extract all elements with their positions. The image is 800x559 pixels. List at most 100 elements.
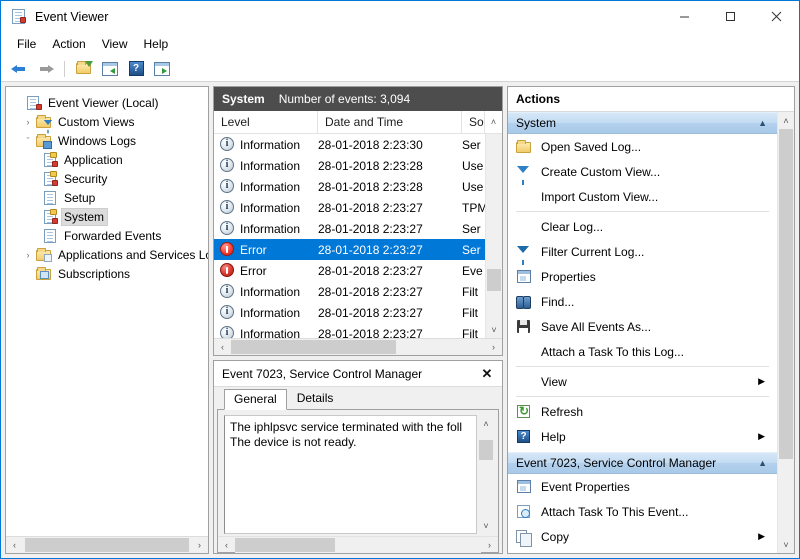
scroll-right-icon[interactable]: › — [485, 339, 502, 355]
actions-vertical-scrollbar[interactable]: ˄ ˅ — [777, 112, 794, 553]
scroll-thumb[interactable] — [487, 269, 501, 291]
show-hide-pane-button[interactable] — [150, 58, 174, 80]
close-icon[interactable]: ✕ — [476, 363, 498, 385]
tree-item-application[interactable]: Application — [6, 150, 208, 169]
tree-item-forwarded-events[interactable]: Forwarded Events — [6, 226, 208, 245]
scroll-thumb[interactable] — [779, 129, 793, 459]
table-row[interactable]: i Information 28-01-2018 2:23:27 Filt — [214, 281, 485, 302]
menu-help[interactable]: Help — [136, 34, 177, 54]
scroll-left-icon[interactable]: ‹ — [214, 339, 231, 355]
scroll-right-icon[interactable]: › — [191, 537, 208, 553]
action-filter-current-log[interactable]: Filter Current Log... — [508, 239, 777, 265]
description-line-2: The device is not ready. — [230, 435, 357, 449]
event-list-horizontal-scrollbar[interactable]: ‹ › — [214, 338, 502, 355]
scroll-track[interactable] — [23, 537, 191, 553]
scroll-left-icon[interactable]: ‹ — [218, 537, 235, 553]
chevron-right-icon[interactable]: › — [20, 247, 36, 263]
tree-item-setup[interactable]: Setup — [6, 188, 208, 207]
maximize-button[interactable] — [707, 1, 753, 33]
scroll-track[interactable] — [235, 536, 481, 553]
table-row[interactable]: i Information 28-01-2018 2:23:27 Filt — [214, 302, 485, 323]
scroll-left-icon[interactable]: ‹ — [6, 537, 23, 553]
tree-item-event-viewer-local[interactable]: Event Viewer (Local) — [6, 93, 208, 112]
help-button[interactable]: ? — [124, 58, 148, 80]
table-row[interactable]: i Information 28-01-2018 2:23:28 Use — [214, 155, 485, 176]
tree-item-windows-logs[interactable]: ˇ Windows Logs — [6, 131, 208, 150]
menu-view[interactable]: View — [94, 34, 136, 54]
minimize-button[interactable] — [661, 1, 707, 33]
scroll-thumb[interactable] — [25, 538, 189, 552]
tree-item-system[interactable]: System — [6, 207, 208, 226]
information-icon: i — [220, 221, 235, 236]
action-help[interactable]: ? Help ▶ — [508, 424, 777, 449]
tree-item-applications-and-services-logs[interactable]: › Applications and Services Log — [6, 245, 208, 264]
table-row[interactable]: Error 28-01-2018 2:23:27 Eve — [214, 260, 485, 281]
scroll-track[interactable] — [486, 134, 502, 321]
detail-horizontal-scrollbar[interactable]: ‹ › — [218, 536, 498, 553]
scroll-thumb[interactable] — [231, 340, 396, 354]
scroll-track[interactable] — [231, 339, 485, 355]
menu-action[interactable]: Action — [44, 34, 93, 54]
table-row[interactable]: i Information 28-01-2018 2:23:27 TPM — [214, 197, 485, 218]
show-hide-console-tree-button[interactable] — [72, 58, 96, 80]
scroll-down-icon[interactable]: ˅ — [478, 517, 494, 534]
table-row[interactable]: i Information 28-01-2018 2:23:27 Filt — [214, 323, 485, 338]
actions-group-header-system[interactable]: System ▲ — [508, 112, 777, 134]
action-properties[interactable]: Properties — [508, 264, 777, 289]
table-row[interactable]: Error 28-01-2018 2:23:27 Ser — [214, 239, 485, 260]
menu-file[interactable]: File — [9, 34, 44, 54]
detail-vertical-scrollbar[interactable]: ˄ ˅ — [478, 415, 494, 534]
scroll-up-icon[interactable]: ˄ — [485, 111, 502, 133]
scroll-up-icon[interactable]: ˄ — [478, 415, 494, 432]
chevron-up-icon[interactable]: ▲ — [758, 118, 767, 128]
action-attach-task-to-this-event[interactable]: Attach Task To This Event... — [508, 499, 777, 524]
row-source: Ser — [462, 242, 481, 257]
column-header-level[interactable]: Level — [214, 111, 318, 133]
actions-group-header-event[interactable]: Event 7023, Service Control Manager ▲ — [508, 452, 777, 474]
scroll-down-icon[interactable]: ˅ — [778, 536, 794, 553]
action-clear-log[interactable]: Clear Log... — [508, 214, 777, 239]
action-attach-a-task-to-this-log[interactable]: Attach a Task To this Log... — [508, 339, 777, 364]
chevron-down-icon[interactable]: ˇ — [20, 133, 36, 149]
table-row[interactable]: i Information 28-01-2018 2:23:30 Ser — [214, 134, 485, 155]
tab-general[interactable]: General — [224, 389, 287, 410]
submenu-arrow-icon: ▶ — [758, 376, 765, 386]
action-copy[interactable]: Copy ▶ — [508, 524, 777, 549]
scroll-track[interactable] — [778, 129, 794, 536]
action-refresh[interactable]: Refresh — [508, 399, 777, 424]
table-row[interactable]: i Information 28-01-2018 2:23:27 Ser — [214, 218, 485, 239]
show-hide-action-pane-button[interactable] — [98, 58, 122, 80]
scroll-down-icon[interactable]: ˅ — [486, 321, 502, 338]
row-datetime: 28-01-2018 2:23:27 — [318, 221, 423, 236]
chevron-up-icon[interactable]: ▲ — [758, 458, 767, 468]
column-header-source[interactable]: Sou — [462, 111, 485, 133]
table-row[interactable]: i Information 28-01-2018 2:23:28 Use — [214, 176, 485, 197]
action-import-custom-view[interactable]: Import Custom View... — [508, 184, 777, 209]
action-find[interactable]: Find... — [508, 289, 777, 314]
tree-item-security[interactable]: Security — [6, 169, 208, 188]
chevron-right-icon[interactable]: › — [20, 114, 36, 130]
action-open-saved-log[interactable]: Open Saved Log... — [508, 134, 777, 159]
back-button[interactable] — [7, 58, 31, 80]
scroll-track[interactable] — [478, 432, 494, 517]
action-event-properties[interactable]: Event Properties — [508, 474, 777, 499]
row-level: Information — [240, 326, 301, 339]
row-datetime: 28-01-2018 2:23:28 — [318, 158, 423, 173]
action-view[interactable]: View ▶ — [508, 369, 777, 394]
action-create-custom-view[interactable]: Create Custom View... — [508, 159, 777, 185]
forward-button[interactable] — [33, 58, 57, 80]
scroll-thumb[interactable] — [235, 537, 335, 552]
event-list-vertical-scrollbar[interactable]: ˅ — [485, 134, 502, 338]
tree-item-custom-views[interactable]: › Custom Views — [6, 112, 208, 133]
scroll-right-icon[interactable]: › — [481, 537, 498, 553]
column-header-date-and-time[interactable]: Date and Time — [318, 111, 462, 133]
scroll-thumb[interactable] — [479, 440, 493, 460]
tree-item-subscriptions[interactable]: Subscriptions — [6, 264, 208, 283]
window-title: Event Viewer — [35, 9, 109, 24]
action-save-all-events-as[interactable]: Save All Events As... — [508, 314, 777, 339]
scroll-up-icon[interactable]: ˄ — [778, 112, 794, 129]
tree-item-label: Applications and Services Log — [58, 247, 208, 262]
close-button[interactable] — [753, 1, 799, 33]
tab-details[interactable]: Details — [287, 388, 344, 409]
tree-horizontal-scrollbar[interactable]: ‹ › — [6, 536, 208, 553]
